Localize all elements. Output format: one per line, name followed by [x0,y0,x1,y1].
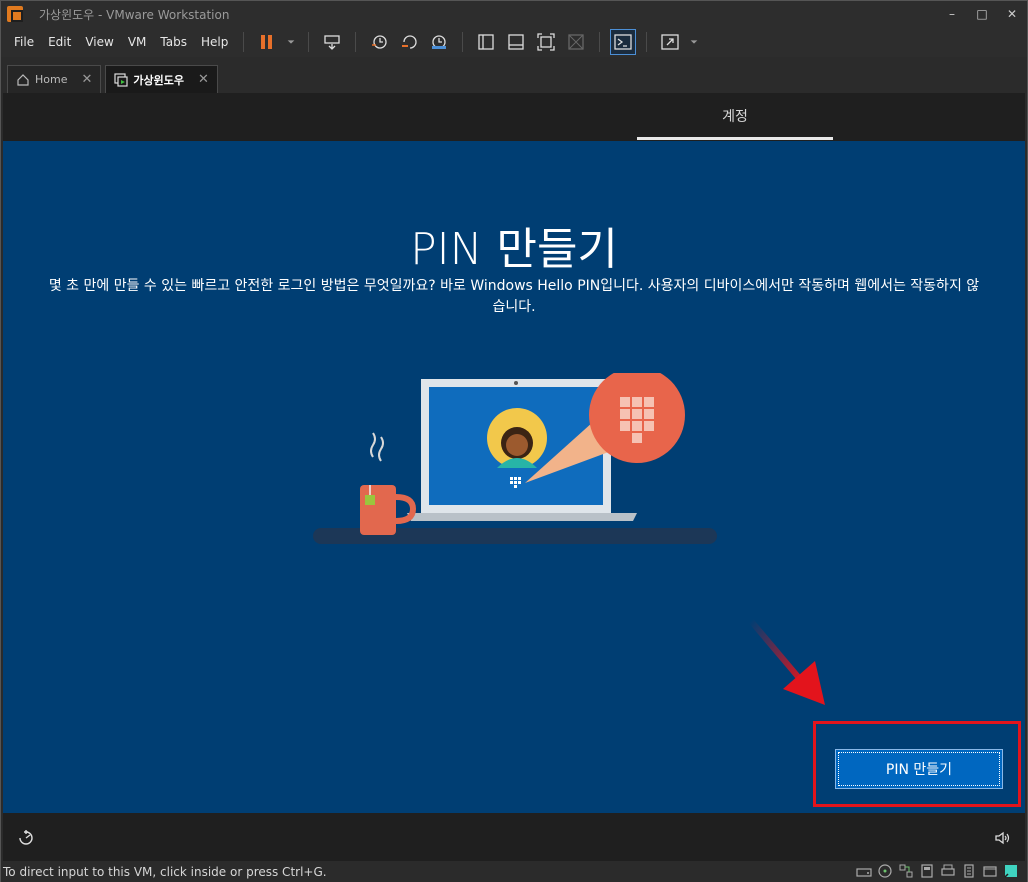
console-view-button[interactable] [610,29,637,55]
toolbar-separator [462,32,464,52]
toolbar-separator [355,32,357,52]
maximize-button[interactable]: □ [967,1,997,27]
terminal-icon [614,34,632,50]
unity-icon [568,34,584,50]
vmware-window: 가상윈도우 - VMware Workstation – □ ✕ File Ed… [0,0,1028,882]
tab-home-close-icon[interactable]: ✕ [81,72,92,87]
snapshot-button[interactable] [366,29,392,55]
printer-icon[interactable] [940,863,956,879]
page-description: 몇 초 만에 만들 수 있는 빠르고 안전한 로그인 방법은 무엇일까요? 바로… [48,278,980,315]
vmware-app-icon [7,6,23,22]
snapshot-icon [372,35,387,49]
window-controls: – □ ✕ [937,1,1027,27]
toolbar-separator [599,32,601,52]
power-dropdown[interactable] [284,29,298,55]
pause-button[interactable] [254,29,280,55]
window-title: 가상윈도우 - VMware Workstation [39,7,230,22]
chevron-down-icon [287,40,295,44]
device-icons [851,863,1019,879]
message-log-icon[interactable] [1003,863,1019,879]
title-bar: 가상윈도우 - VMware Workstation – □ ✕ [1,1,1027,27]
menu-vm[interactable]: VM [121,35,154,49]
thumbnail-bar-button[interactable] [503,29,529,55]
send-ctrl-alt-del-button[interactable] [319,29,345,55]
status-bar: To direct input to this VM, click inside… [1,861,1027,882]
stretch-icon [661,34,679,50]
hard-disk-icon[interactable] [856,863,872,879]
oobe-header: 계정 [3,93,1025,141]
menu-tabs[interactable]: Tabs [153,35,194,49]
sidebar-icon [478,34,494,50]
menu-edit[interactable]: Edit [41,35,78,49]
toolbar-separator [308,32,310,52]
menu-view[interactable]: View [78,35,120,49]
full-screen-button[interactable] [533,29,559,55]
minimize-button[interactable]: – [937,1,967,27]
full-screen-icon [537,33,555,51]
status-message: To direct input to this VM, click inside… [3,864,327,879]
sound-card-icon[interactable] [961,863,977,879]
menu-file[interactable]: File [7,35,41,49]
menu-bar: File Edit View VM Tabs Help [1,27,1027,57]
home-icon [17,73,29,86]
close-button[interactable]: ✕ [997,1,1027,27]
tab-vm-label: 가상윈도우 [133,73,184,87]
library-button[interactable] [473,29,499,55]
revert-snapshot-button[interactable] [396,29,422,55]
tab-home-label: Home [35,73,68,86]
network-adapter-icon[interactable] [898,863,914,879]
removable-device-icon[interactable] [982,863,998,879]
page-title: PIN 만들기 [410,224,618,275]
vm-screen[interactable]: 계정 PIN 만들기 몇 초 만에 만들 수 있는 빠르고 안전한 로그인 방법… [3,93,1025,861]
oobe-footer [3,813,1025,861]
tab-bar: Home ✕ 가상윈도우 ✕ [1,61,1027,93]
keyboard-send-icon [324,35,340,50]
usb-controller-icon[interactable] [919,863,935,879]
snapshot-manager-button[interactable] [426,29,452,55]
stretch-guest-button[interactable] [657,29,683,55]
snapshot-manager-icon [432,35,447,49]
unity-button[interactable] [563,29,589,55]
thumbnail-bar-icon [508,34,524,50]
tab-vm[interactable]: 가상윈도우 ✕ [105,65,218,93]
cd-rom-icon[interactable] [877,863,893,879]
accessibility-icon[interactable] [17,829,35,847]
menu-help[interactable]: Help [194,35,235,49]
pause-icon [261,35,273,49]
vm-icon [114,72,128,87]
annotation-arrow [748,619,825,705]
revert-icon [402,35,417,49]
pin-illustration [313,373,717,544]
volume-icon[interactable] [993,829,1011,847]
oobe-section-tab: 계정 [722,109,748,125]
create-pin-button[interactable]: PIN 만들기 [835,749,1003,789]
oobe-tab-underline [637,137,833,140]
tab-home[interactable]: Home ✕ [7,65,102,93]
toolbar-separator [646,32,648,52]
chevron-down-icon [690,40,698,44]
toolbar-separator [243,32,245,52]
stretch-dropdown[interactable] [687,29,701,55]
tab-vm-close-icon[interactable]: ✕ [198,72,209,87]
